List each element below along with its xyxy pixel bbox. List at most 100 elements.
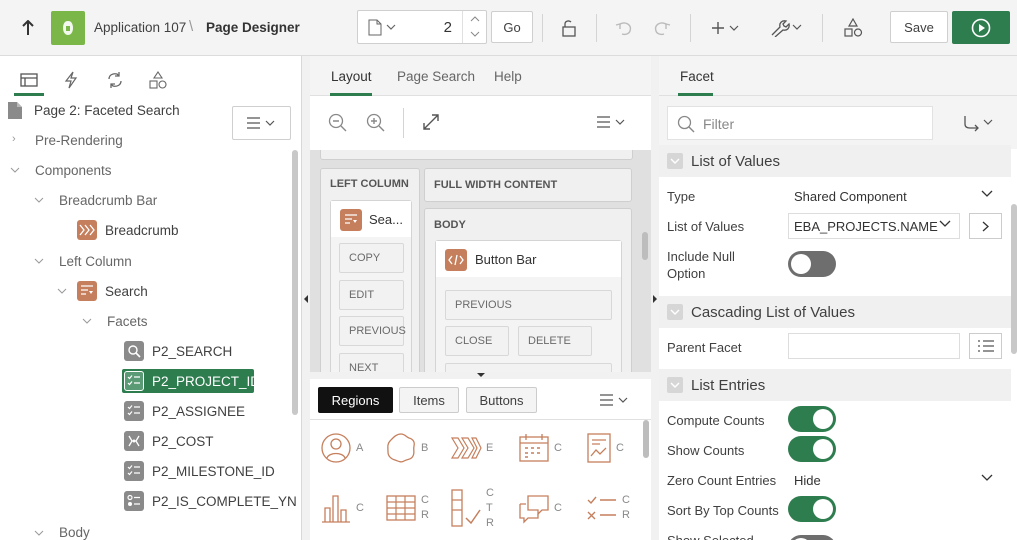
tab-help[interactable]: Help: [494, 56, 522, 96]
parent-facet-input[interactable]: [788, 333, 960, 359]
include-null-toggle[interactable]: [788, 251, 836, 277]
tree-body[interactable]: Body: [59, 517, 90, 540]
section-collapse-chevron-icon[interactable]: [667, 304, 683, 320]
tree-facet-p2-cost[interactable]: P2_COST: [124, 426, 214, 456]
button-previous[interactable]: PREVIOUS: [339, 316, 406, 346]
gallery-item-chart[interactable]: C: [320, 483, 374, 533]
collapse-left-arrow-icon[interactable]: [303, 294, 309, 304]
page-number-stepper[interactable]: [462, 11, 486, 43]
compute-counts-toggle[interactable]: [788, 406, 836, 432]
right-splitter[interactable]: [651, 56, 659, 540]
full-width-slot[interactable]: FULL WIDTH CONTENT: [424, 168, 632, 202]
collapse-chevron-icon[interactable]: [34, 530, 44, 536]
gallery-tab-items[interactable]: Items: [399, 387, 459, 413]
tab-page-search[interactable]: Page Search: [397, 56, 475, 96]
tree-facet-p2-project-id[interactable]: P2_PROJECT_ID: [124, 366, 260, 396]
page-selector[interactable]: 2: [357, 10, 487, 44]
collapse-chevron-icon[interactable]: [34, 258, 44, 264]
unlock-icon[interactable]: [556, 15, 582, 41]
gallery-item-classic-report[interactable]: C R: [385, 483, 439, 533]
collapse-chevron-icon[interactable]: [10, 167, 20, 173]
type-select[interactable]: Shared Component: [788, 183, 1002, 209]
back-arrow-icon[interactable]: [14, 14, 42, 42]
show-counts-toggle[interactable]: [788, 436, 836, 462]
button-bar-region-card[interactable]: Button Bar PREVIOUS CLOSE DELETE: [435, 240, 622, 372]
tree-facet-p2-milestone-id[interactable]: P2_MILESTONE_ID: [124, 456, 275, 486]
left-splitter[interactable]: [302, 56, 310, 540]
gallery-scrollbar[interactable]: [643, 420, 649, 458]
page-dropdown-chevron-icon[interactable]: [386, 24, 396, 30]
page-number-input[interactable]: 2: [444, 19, 452, 36]
collapse-chevron-icon[interactable]: [82, 318, 92, 324]
tree-left-column[interactable]: Left Column: [59, 246, 132, 276]
button-previous[interactable]: PREVIOUS: [445, 290, 612, 320]
gallery-item-badge[interactable]: B: [385, 423, 439, 473]
gallery-item-card[interactable]: C: [586, 423, 640, 473]
tree-breadcrumb-bar[interactable]: Breadcrumb Bar: [59, 185, 157, 215]
list-of-values-select[interactable]: EBA_PROJECTS.NAME: [788, 213, 960, 239]
button-next[interactable]: NEXT: [339, 353, 404, 372]
button-edit[interactable]: EDIT: [339, 280, 404, 310]
application-name-link[interactable]: Application 107: [94, 20, 186, 35]
gallery-item-calendar[interactable]: C: [518, 423, 572, 473]
tab-facet[interactable]: Facet: [680, 56, 714, 96]
tree-breadcrumb[interactable]: Breadcrumb: [77, 215, 179, 245]
rendering-tab-icon[interactable]: [14, 64, 44, 96]
processing-refresh-icon[interactable]: [100, 64, 130, 96]
layout-menu-icon[interactable]: [596, 116, 628, 128]
go-button[interactable]: Go: [491, 11, 533, 43]
section-collapse-chevron-icon[interactable]: [667, 153, 683, 169]
sort-by-top-counts-toggle[interactable]: [788, 496, 836, 522]
shared-components-tab-icon[interactable]: [143, 64, 173, 96]
gallery-item-checkbox-tree[interactable]: C T R: [450, 476, 504, 540]
parent-facet-list-button[interactable]: [969, 333, 1002, 359]
tree-facet-p2-assignee[interactable]: P2_ASSIGNEE: [124, 396, 245, 426]
tree-facet-p2-is-complete-yn[interactable]: P2_IS_COMPLETE_YN: [124, 486, 297, 516]
button-delete[interactable]: DELETE: [518, 326, 592, 356]
tree-components[interactable]: Components: [35, 155, 112, 185]
create-menu-plus-icon[interactable]: [708, 15, 744, 41]
collapse-chevron-icon[interactable]: [57, 288, 67, 294]
collapse-down-arrow-icon[interactable]: [476, 372, 486, 378]
gallery-item-checklist[interactable]: C R: [586, 483, 640, 533]
run-page-button[interactable]: [952, 11, 1010, 44]
lov-open-button[interactable]: [969, 213, 1002, 239]
tree-facet-p2-search[interactable]: P2_SEARCH: [124, 336, 232, 366]
button-close[interactable]: CLOSE: [445, 326, 509, 356]
tree-page-root[interactable]: Page 2: Faceted Search: [6, 95, 180, 125]
property-scrollbar[interactable]: [1011, 204, 1017, 354]
tree-pre-rendering[interactable]: Pre-Rendering: [35, 125, 123, 155]
section-cascading-header[interactable]: Cascading List of Values: [659, 296, 1011, 328]
gallery-item-breadcrumb[interactable]: E: [450, 423, 504, 473]
tree-menu-button[interactable]: [232, 106, 291, 140]
tree-search[interactable]: Search: [77, 276, 148, 306]
gallery-tab-regions[interactable]: Regions: [318, 387, 393, 413]
canvas-scrollbar[interactable]: [642, 232, 648, 260]
tree-facets[interactable]: Facets: [107, 306, 148, 336]
zero-count-select[interactable]: Hide: [788, 467, 1002, 493]
shared-components-icon[interactable]: [840, 15, 866, 41]
section-list-of-values-header[interactable]: List of Values: [659, 145, 1011, 177]
undo-icon[interactable]: [611, 15, 637, 41]
gallery-tab-buttons[interactable]: Buttons: [466, 387, 537, 413]
filter-input[interactable]: Filter: [667, 106, 933, 140]
go-to-group-icon[interactable]: [963, 114, 995, 132]
redo-icon[interactable]: [649, 15, 675, 41]
collapse-chevron-icon[interactable]: [34, 197, 44, 203]
dynamic-actions-lightning-icon[interactable]: [56, 64, 86, 96]
zoom-out-icon[interactable]: [328, 113, 348, 133]
section-list-entries-header[interactable]: List Entries: [659, 369, 1011, 401]
tab-layout[interactable]: Layout: [331, 56, 372, 96]
zoom-in-icon[interactable]: [366, 113, 386, 133]
save-button[interactable]: Save: [890, 11, 948, 43]
expand-icon[interactable]: [422, 113, 440, 131]
gallery-menu-icon[interactable]: [599, 394, 631, 406]
gallery-splitter[interactable]: [310, 372, 651, 379]
button-placeholder[interactable]: [445, 363, 612, 372]
expand-chevron-icon[interactable]: ›: [12, 133, 16, 145]
show-selected-toggle[interactable]: [788, 535, 836, 540]
gallery-item-comments[interactable]: C: [518, 483, 572, 533]
section-collapse-chevron-icon[interactable]: [667, 377, 683, 393]
gallery-item-avatar[interactable]: A: [320, 423, 374, 473]
button-copy[interactable]: COPY: [339, 243, 404, 273]
